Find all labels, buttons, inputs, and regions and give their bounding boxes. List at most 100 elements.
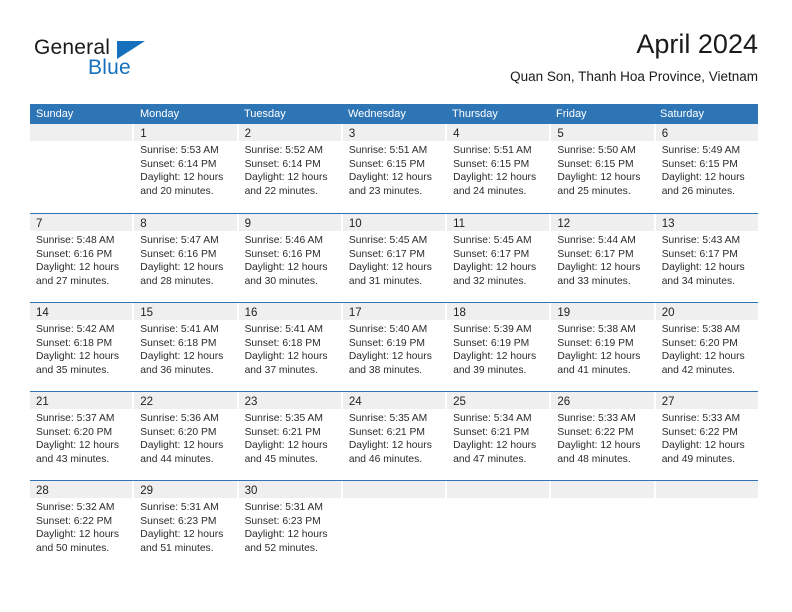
calendar-day-cell[interactable]: 13 Sunrise: 5:43 AM Sunset: 6:17 PM Dayligh… — [655, 214, 758, 302]
calendar-day-cell[interactable]: 4 Sunrise: 5:51 AM Sunset: 6:15 PM Daylight… — [447, 124, 552, 213]
weekday-header-tuesday: Tuesday — [244, 108, 286, 120]
day-detail-line: Sunset: 6:20 PM — [140, 426, 217, 438]
day-number-band: 23 — [238, 392, 341, 409]
day-detail-block: Sunrise: 5:37 AM Sunset: 6:20 PM Daylight:… — [30, 409, 132, 466]
day-detail-line: Sunrise: 5:43 AM — [661, 235, 741, 246]
calendar-day-cell[interactable]: 18 Sunrise: 5:39 AM Sunset: 6:19 PM Dayligh… — [447, 303, 552, 391]
day-detail-line: Daylight: 12 hours — [140, 529, 224, 541]
day-detail-line: Sunrise: 5:45 AM — [453, 235, 532, 246]
calendar-day-cell[interactable]: 2 Sunrise: 5:52 AM Sunset: 6:14 PM Daylight… — [238, 124, 343, 213]
day-detail-block: Sunrise: 5:44 AM Sunset: 6:17 PM Daylight:… — [551, 231, 653, 288]
day-detail-line: and 39 minutes. — [453, 364, 527, 376]
day-number-band: 14 — [30, 303, 133, 320]
calendar-day-cell[interactable]: 21 Sunrise: 5:37 AM Sunset: 6:20 PM Dayligh… — [30, 392, 135, 480]
day-number: 16 — [244, 307, 258, 319]
calendar-day-cell[interactable]: 17 Sunrise: 5:40 AM Sunset: 6:19 PM Dayligh… — [342, 303, 448, 391]
day-detail-line: Daylight: 12 hours — [453, 172, 537, 184]
calendar-day-cell[interactable]: 5 Sunrise: 5:50 AM Sunset: 6:15 PM Daylight… — [551, 124, 656, 213]
day-detail-block: Sunrise: 5:34 AM Sunset: 6:21 PM Daylight:… — [447, 409, 549, 466]
day-number: 12 — [557, 218, 571, 230]
day-detail-line: Sunrise: 5:41 AM — [244, 324, 323, 335]
day-number: 9 — [244, 218, 251, 230]
day-number: 14 — [36, 307, 49, 319]
page-header: General Blue April 2024 Quan Son, Thanh … — [0, 0, 792, 100]
day-number-band: 5 — [551, 124, 654, 141]
calendar-day-cell[interactable]: 15 Sunrise: 5:41 AM Sunset: 6:18 PM Dayligh… — [134, 303, 239, 391]
calendar-day-cell[interactable]: 23 Sunrise: 5:35 AM Sunset: 6:21 PM Dayligh… — [238, 392, 343, 480]
calendar-day-cell[interactable]: 25 Sunrise: 5:34 AM Sunset: 6:21 PM Dayligh… — [447, 392, 552, 480]
day-number-band: 21 — [30, 392, 133, 409]
calendar-day-cell[interactable]: 30 Sunrise: 5:31 AM Sunset: 6:23 PM Dayligh… — [238, 481, 343, 569]
day-detail-line: Daylight: 12 hours — [348, 351, 432, 363]
day-number-band: 4 — [447, 124, 550, 141]
day-detail-line: Sunset: 6:22 PM — [36, 515, 113, 527]
weekday-header-wednesday: Wednesday — [348, 108, 406, 120]
calendar-day-cell[interactable]: 12 Sunrise: 5:44 AM Sunset: 6:17 PM Dayligh… — [551, 214, 656, 302]
day-detail-block: Sunrise: 5:43 AM Sunset: 6:17 PM Daylight:… — [656, 231, 758, 288]
day-detail-block: Sunrise: 5:47 AM Sunset: 6:16 PM Daylight:… — [134, 231, 236, 288]
calendar-day-cell[interactable]: 28 Sunrise: 5:32 AM Sunset: 6:22 PM Dayligh… — [30, 481, 135, 569]
calendar-empty-cell — [447, 481, 552, 569]
day-detail-line: Sunset: 6:22 PM — [661, 426, 738, 438]
day-detail-line: Sunset: 6:18 PM — [140, 337, 217, 349]
day-detail-line: Daylight: 12 hours — [661, 262, 745, 274]
calendar-day-cell[interactable]: 8 Sunrise: 5:47 AM Sunset: 6:16 PM Daylight… — [134, 214, 239, 302]
calendar-day-cell[interactable]: 7 Sunrise: 5:48 AM Sunset: 6:16 PM Daylight… — [30, 214, 135, 302]
day-detail-block: Sunrise: 5:38 AM Sunset: 6:19 PM Daylight:… — [551, 320, 653, 377]
day-number: 13 — [661, 218, 675, 230]
day-detail-block: Sunrise: 5:41 AM Sunset: 6:18 PM Daylight:… — [134, 320, 236, 377]
calendar-day-cell[interactable]: 27 Sunrise: 5:33 AM Sunset: 6:22 PM Dayligh… — [655, 392, 758, 480]
calendar-day-cell[interactable]: 14 Sunrise: 5:42 AM Sunset: 6:18 PM Dayligh… — [30, 303, 135, 391]
calendar-day-cell[interactable]: 9 Sunrise: 5:46 AM Sunset: 6:16 PM Daylight… — [238, 214, 343, 302]
calendar-page: General Blue April 2024 Quan Son, Thanh … — [0, 0, 792, 612]
calendar-day-cell[interactable]: 16 Sunrise: 5:41 AM Sunset: 6:18 PM Dayligh… — [238, 303, 343, 391]
day-number: 23 — [244, 396, 258, 408]
day-number: 22 — [140, 396, 154, 408]
day-number-band — [342, 481, 446, 498]
day-number-band: 13 — [655, 214, 758, 231]
day-detail-line: Sunrise: 5:53 AM — [140, 145, 219, 156]
day-detail-line: and 32 minutes. — [453, 275, 527, 287]
calendar-day-cell[interactable]: 19 Sunrise: 5:38 AM Sunset: 6:19 PM Dayligh… — [551, 303, 656, 391]
calendar-day-cell[interactable]: 6 Sunrise: 5:49 AM Sunset: 6:15 PM Daylight… — [655, 124, 758, 213]
day-detail-block: Sunrise: 5:51 AM Sunset: 6:15 PM Daylight:… — [343, 141, 445, 198]
day-detail-line: and 51 minutes. — [140, 542, 214, 554]
day-detail-block: Sunrise: 5:33 AM Sunset: 6:22 PM Daylight:… — [551, 409, 653, 466]
day-number-band: 20 — [655, 303, 758, 320]
calendar-day-cell[interactable]: 22 Sunrise: 5:36 AM Sunset: 6:20 PM Dayligh… — [134, 392, 239, 480]
calendar-day-cell[interactable]: 10 Sunrise: 5:45 AM Sunset: 6:17 PM Dayligh… — [342, 214, 448, 302]
day-detail-line: and 26 minutes. — [661, 185, 735, 197]
day-number-band — [447, 481, 550, 498]
day-detail-line: and 49 minutes. — [661, 453, 735, 465]
calendar-day-cell[interactable]: 29 Sunrise: 5:31 AM Sunset: 6:23 PM Dayligh… — [134, 481, 239, 569]
calendar-day-cell[interactable]: 26 Sunrise: 5:33 AM Sunset: 6:22 PM Dayligh… — [551, 392, 656, 480]
day-detail-block: Sunrise: 5:46 AM Sunset: 6:16 PM Daylight:… — [239, 231, 341, 288]
day-detail-line: Sunrise: 5:36 AM — [140, 413, 219, 424]
page-title: April 2024 — [636, 29, 758, 59]
calendar-day-cell[interactable]: 20 Sunrise: 5:38 AM Sunset: 6:20 PM Dayligh… — [655, 303, 758, 391]
day-detail-line: Sunset: 6:15 PM — [453, 158, 530, 170]
day-number: 1 — [140, 128, 147, 140]
day-detail-block: Sunrise: 5:48 AM Sunset: 6:16 PM Daylight:… — [30, 231, 132, 288]
calendar-day-cell[interactable]: 1 Sunrise: 5:53 AM Sunset: 6:14 PM Daylight… — [134, 124, 239, 213]
day-detail-line: Daylight: 12 hours — [453, 262, 537, 274]
calendar-day-cell[interactable]: 3 Sunrise: 5:51 AM Sunset: 6:15 PM Daylight… — [342, 124, 448, 213]
day-detail-line: Sunrise: 5:33 AM — [557, 413, 636, 424]
day-detail-line: and 42 minutes. — [661, 364, 735, 376]
day-number: 15 — [140, 307, 154, 319]
day-detail-line: Sunset: 6:18 PM — [244, 337, 321, 349]
day-detail-line: Daylight: 12 hours — [557, 440, 641, 452]
day-number-band: 18 — [447, 303, 550, 320]
day-number: 26 — [557, 396, 571, 408]
day-number-band: 8 — [134, 214, 237, 231]
day-detail-block: Sunrise: 5:41 AM Sunset: 6:18 PM Daylight:… — [239, 320, 341, 377]
weekday-header-sunday: Sunday — [36, 108, 74, 120]
day-detail-line: and 35 minutes. — [36, 364, 110, 376]
day-number-band: 2 — [238, 124, 341, 141]
calendar-day-cell[interactable]: 24 Sunrise: 5:35 AM Sunset: 6:21 PM Dayligh… — [342, 392, 448, 480]
calendar-day-cell[interactable]: 11 Sunrise: 5:45 AM Sunset: 6:17 PM Dayligh… — [447, 214, 552, 302]
day-detail-block: Sunrise: 5:33 AM Sunset: 6:22 PM Daylight:… — [656, 409, 758, 466]
day-number: 17 — [348, 307, 362, 319]
day-detail-line: and 31 minutes. — [348, 275, 423, 287]
day-number: 20 — [661, 307, 675, 319]
